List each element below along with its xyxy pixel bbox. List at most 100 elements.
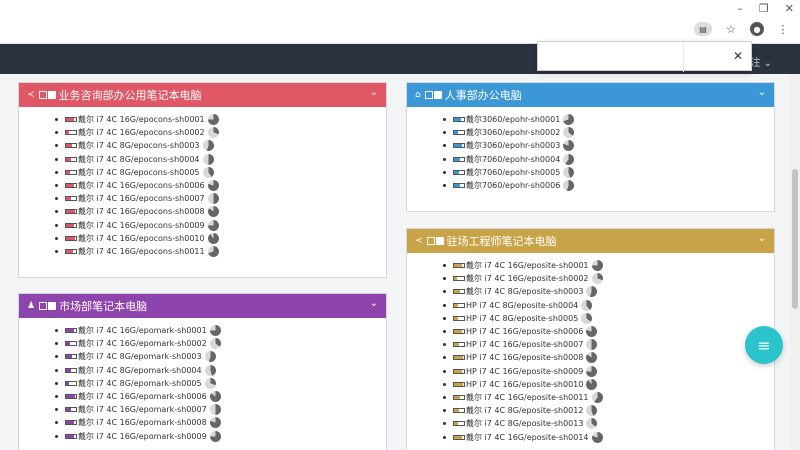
item-label: 戴尔 i7 4C 8G/epocons-sh0005 — [78, 167, 200, 177]
bullet — [55, 197, 58, 201]
list-item[interactable]: 戴尔 i7 4C 16G/epocons-sh0006 — [55, 179, 386, 192]
list-item[interactable]: 戴尔 i7 4C 16G/epomark-sh0001 — [55, 324, 386, 337]
menu-icon[interactable]: ⋮ — [776, 22, 790, 36]
status-bar-icon — [453, 329, 465, 335]
list-item[interactable]: 戴尔 i7 4C 8G/eposite-sh0012 — [443, 404, 774, 417]
bullet — [443, 382, 446, 386]
list-item[interactable]: 戴尔7060/epohr-sh0006 — [443, 179, 774, 192]
panel-mark-icon — [38, 91, 47, 99]
list-item[interactable]: HP i7 4C 16G/eposite-sh0006 — [443, 325, 774, 338]
panel-header[interactable]: ♟ 市场部笔记本电脑 ⌄ — [19, 294, 386, 318]
list-item[interactable]: 戴尔 i7 4C 8G/eposite-sh0003 — [443, 285, 774, 298]
list-item[interactable]: 戴尔3060/epohr-sh0003 — [443, 139, 774, 152]
status-bar-icon — [453, 408, 465, 414]
list-item[interactable]: HP i7 4C 8G/eposite-sh0005 — [443, 312, 774, 325]
item-label: 戴尔 i7 4C 16G/epocons-sh0010 — [78, 233, 205, 243]
list-item[interactable]: 戴尔 i7 4C 16G/epomark-sh0006 — [55, 390, 386, 403]
usage-pie-icon — [586, 339, 598, 351]
list-item[interactable]: 戴尔 i7 4C 16G/epomark-sh0008 — [55, 416, 386, 429]
list-item[interactable]: 戴尔 i7 4C 8G/epocons-sh0003 — [55, 139, 386, 152]
panel-market: ♟ 市场部笔记本电脑 ⌄ 戴尔 i7 4C 16G/epomark-sh0001 戴尔 … — [18, 293, 387, 450]
list-item[interactable]: 戴尔 i7 4C 16G/epocons-sh0009 — [55, 219, 386, 232]
item-label: 戴尔7060/epohr-sh0005 — [466, 167, 561, 177]
list-item[interactable]: 戴尔 i7 4C 16G/epomark-sh0002 — [55, 337, 386, 350]
usage-pie-icon — [202, 153, 214, 165]
list-item[interactable]: 戴尔7060/epohr-sh0005 — [443, 166, 774, 179]
status-bar-icon — [65, 130, 77, 136]
panel-mark-icon — [39, 302, 48, 310]
panel-header[interactable]: ≺ 驻场工程师笔记本电脑 ⌄ — [407, 229, 774, 253]
item-label: 戴尔7060/epohr-sh0004 — [466, 154, 561, 164]
status-bar-icon — [65, 183, 77, 189]
usage-pie-icon — [563, 153, 575, 165]
header-user-menu[interactable]: 注 ⌄ — [750, 54, 772, 69]
list-item[interactable]: 戴尔 i7 4C 8G/epocons-sh0005 — [55, 166, 386, 179]
item-label: HP i7 4C 16G/eposite-sh0008 — [466, 353, 584, 363]
list-item[interactable]: 戴尔 i7 4C 16G/epocons-sh0001 — [55, 113, 386, 126]
panel-header[interactable]: ⌂ 人事部办公电脑 ⌄ — [407, 83, 774, 107]
list-item[interactable]: 戴尔 i7 4C 8G/epomark-sh0005 — [55, 377, 386, 390]
panel-header[interactable]: ≺ 业务咨询部办公用笔记本电脑 ⌄ — [19, 83, 386, 107]
star-icon[interactable]: ☆ — [724, 22, 738, 36]
item-label: 戴尔 i7 4C 16G/epomark-sh0008 — [78, 418, 207, 428]
list-item[interactable]: 戴尔7060/epohr-sh0004 — [443, 153, 774, 166]
item-label: 戴尔 i7 4C 8G/eposite-sh0013 — [466, 419, 584, 429]
bullet — [443, 422, 446, 426]
list-item[interactable]: 戴尔 i7 4C 8G/epomark-sh0004 — [55, 364, 386, 377]
list-item[interactable]: 戴尔 i7 4C 8G/epocons-sh0004 — [55, 153, 386, 166]
item-label: 戴尔 i7 4C 8G/epomark-sh0004 — [78, 365, 202, 375]
item-label: 戴尔 i7 4C 16G/epomark-sh0002 — [78, 339, 207, 349]
chevron-down-icon[interactable]: ⌄ — [370, 87, 378, 98]
status-bar-icon — [65, 367, 77, 373]
usage-pie-icon — [209, 325, 221, 337]
close-window-button[interactable]: ✕ — [785, 2, 794, 15]
usage-pie-icon — [202, 140, 214, 152]
clipboard-icon[interactable]: ▤ — [694, 22, 712, 36]
list-item[interactable]: 戴尔 i7 4C 16G/epocons-sh0002 — [55, 126, 386, 139]
floating-menu-button[interactable]: ≡ — [745, 326, 783, 364]
list-item[interactable]: 戴尔3060/epohr-sh0001 — [443, 113, 774, 126]
list-item[interactable]: 戴尔 i7 4C 16G/eposite-sh0011 — [443, 391, 774, 404]
dashboard-content: ≺ 业务咨询部办公用笔记本电脑 ⌄ 戴尔 i7 4C 16G/epocons-sh00… — [0, 74, 790, 450]
status-bar-icon — [453, 183, 465, 189]
list-item[interactable]: 戴尔 i7 4C 16G/epocons-sh0007 — [55, 192, 386, 205]
status-bar-icon — [65, 169, 77, 175]
usage-pie-icon — [207, 180, 219, 192]
list-item[interactable]: 戴尔 i7 4C 16G/epomark-sh0007 — [55, 403, 386, 416]
list-item[interactable]: 戴尔 i7 4C 16G/epocons-sh0008 — [55, 205, 386, 218]
popup-box: ✕ — [537, 41, 752, 72]
bullet — [443, 316, 446, 320]
usage-pie-icon — [202, 166, 214, 178]
bullet — [55, 421, 58, 425]
list-item[interactable]: 戴尔 i7 4C 8G/epomark-sh0003 — [55, 350, 386, 363]
usage-pie-icon — [207, 127, 219, 139]
chevron-down-icon[interactable]: ⌄ — [758, 87, 766, 98]
profile-icon[interactable]: ● — [750, 22, 764, 36]
status-bar-icon — [453, 302, 465, 308]
list-item[interactable]: HP i7 4C 16G/eposite-sh0010 — [443, 378, 774, 391]
item-label: 戴尔 i7 4C 16G/epocons-sh0006 — [78, 181, 205, 191]
list-item[interactable]: HP i7 4C 8G/eposite-sh0004 — [443, 299, 774, 312]
scrollbar-thumb[interactable] — [792, 169, 798, 309]
usage-pie-icon — [563, 140, 575, 152]
list-item[interactable]: 戴尔 i7 4C 16G/epomark-sh0009 — [55, 430, 386, 443]
item-label: 戴尔 i7 4C 16G/eposite-sh0002 — [466, 274, 589, 284]
page-scrollbar[interactable] — [790, 74, 800, 450]
list-item[interactable]: 戴尔 i7 4C 16G/eposite-sh0002 — [443, 272, 774, 285]
restore-button[interactable]: ❐ — [759, 2, 769, 15]
list-item[interactable]: 戴尔 i7 4C 16G/eposite-sh0001 — [443, 259, 774, 272]
list-item[interactable]: HP i7 4C 16G/eposite-sh0008 — [443, 351, 774, 364]
bullet — [55, 368, 58, 372]
list-item[interactable]: HP i7 4C 16G/eposite-sh0009 — [443, 365, 774, 378]
item-label: 戴尔 i7 4C 8G/epomark-sh0003 — [78, 352, 202, 362]
minimize-button[interactable]: – — [737, 2, 743, 15]
list-item[interactable]: 戴尔 i7 4C 16G/epocons-sh0010 — [55, 232, 386, 245]
chevron-down-icon[interactable]: ⌄ — [758, 233, 766, 244]
list-item[interactable]: 戴尔 i7 4C 16G/epocons-sh0011 — [55, 245, 386, 258]
list-item[interactable]: 戴尔3060/epohr-sh0002 — [443, 126, 774, 139]
list-item[interactable]: 戴尔 i7 4C 8G/eposite-sh0013 — [443, 417, 774, 430]
list-item[interactable]: HP i7 4C 16G/eposite-sh0007 — [443, 338, 774, 351]
chevron-down-icon[interactable]: ⌄ — [370, 298, 378, 309]
popup-close-icon[interactable]: ✕ — [733, 49, 743, 63]
list-item[interactable]: 戴尔 i7 4C 16G/eposite-sh0014 — [443, 430, 774, 443]
